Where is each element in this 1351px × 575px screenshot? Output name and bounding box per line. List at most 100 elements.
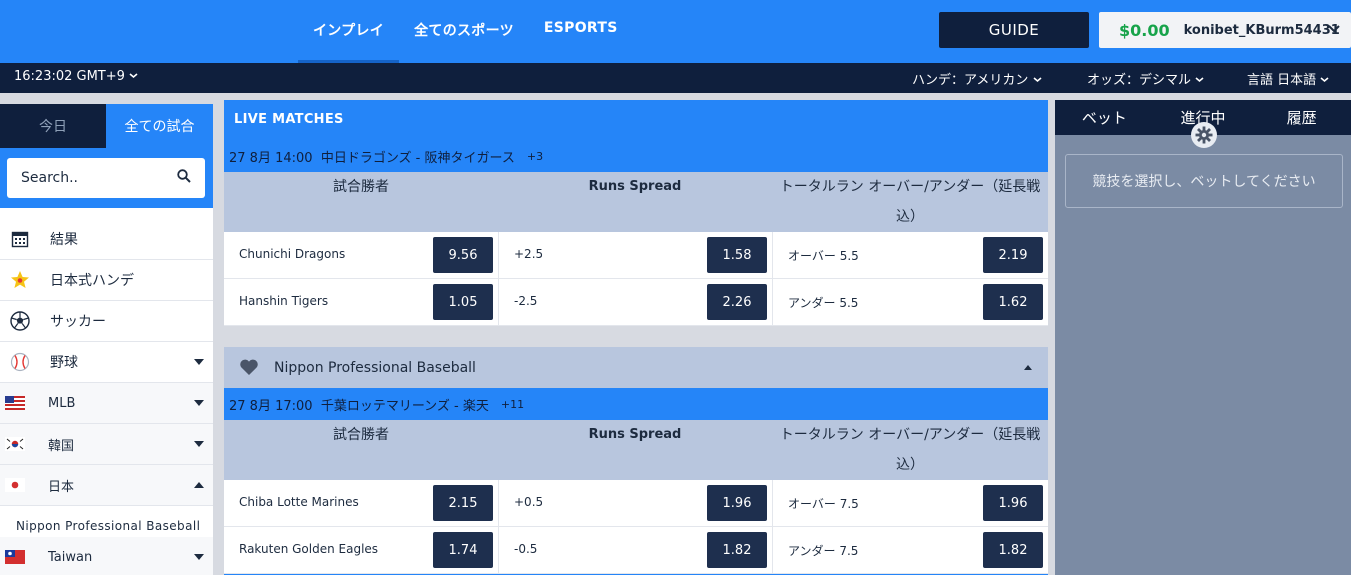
more-markets-count[interactable]: +3 [527,150,543,163]
nav-esports[interactable]: ESPORTS [529,0,633,63]
soccer-ball-icon [10,311,30,331]
chevron-down-icon [129,73,138,79]
tab-all-matches[interactable]: 全ての試合 [106,104,213,148]
live-matches-panel: LIVE MATCHES 27 8月 14:00 中日ドラゴンズ - 阪神タイガ… [224,100,1048,575]
betslip-panel: ベット 進行中 履歴 競技を選択し、ベットしてください [1055,100,1351,575]
tab-history[interactable]: 履歴 [1252,100,1351,135]
odds-button[interactable]: 2.19 [983,237,1043,273]
sidebar-item-label: 結果 [50,232,78,248]
chevron-down-icon [1032,77,1042,83]
table-row: Hanshin Tigers 1.05 -2.5 2.26 アンダー 5.5 1… [224,279,1048,326]
handicap-label: ハンデ： [912,73,965,88]
spread-line: -2.5 [514,294,538,308]
odds-button[interactable]: 1.96 [707,485,767,521]
odds-button[interactable]: 9.56 [433,237,493,273]
balance: $0.00 [1119,20,1170,40]
chevron-up-icon[interactable] [194,482,204,488]
sidebar-item-baseball[interactable]: 野球 [0,342,213,383]
sidebar-item-soccer[interactable]: サッカー [0,301,213,342]
search-input[interactable]: Search.. [7,158,205,198]
tab-bets[interactable]: ベット [1055,100,1154,135]
sidebar-item-label: Taiwan [48,549,93,565]
language-value: 日本語 [1277,73,1317,88]
search-area: Search.. [0,148,213,208]
chevron-down-icon[interactable] [194,441,204,447]
match-header[interactable]: 27 8月 17:00 千葉ロッテマリーンズ - 楽天 +11 [224,388,1048,420]
divider [772,527,773,574]
sidebar-item-korea[interactable]: 韓国 [0,424,213,465]
odds-label: オッズ： [1087,73,1140,88]
match-datetime: 27 8月 17:00 [229,398,313,414]
odds-button[interactable]: 2.15 [433,485,493,521]
chevron-down-icon[interactable] [194,359,204,365]
table-row: Chunichi Dragons 9.56 +2.5 1.58 オーバー 5.5… [224,232,1048,279]
handicap-selector[interactable]: ハンデ：アメリカン [912,69,1042,88]
chevron-down-icon [1195,77,1204,83]
sidebar-item-label: 野球 [50,355,78,371]
chevron-down-icon[interactable] [194,554,204,560]
match-title: 中日ドラゴンズ - 阪神タイガース [320,150,515,166]
sidebar-item-japanese-handicap[interactable]: 日本式ハンデ [0,260,213,301]
market-headers: 試合勝者 Runs Spread トータルラン オーバー/アンダー（延長戦 込） [224,420,1048,480]
taiwan-flag-icon [5,547,25,567]
heart-icon[interactable] [239,358,259,376]
odds-button[interactable]: 1.82 [707,532,767,568]
top-bar: インプレイ 全てのスポーツ ESPORTS GUIDE $0.00 konibe… [0,0,1351,63]
col-spread: Runs Spread [588,179,682,194]
odds-selector[interactable]: オッズ：デシマル [1087,69,1204,88]
nav-all-sports[interactable]: 全てのスポーツ [399,0,529,63]
col-winner: 試合勝者 [333,179,389,195]
divider [772,232,773,279]
account-menu[interactable]: $0.00 konibet_KBurm54431 [1099,12,1351,48]
search-placeholder: Search.. [21,170,78,186]
sidebar: 今日 全ての試合 Search.. 結果 日本式ハンデ サッカー 野球 MLB … [0,104,213,575]
odds-button[interactable]: 1.58 [707,237,767,273]
col-total-line1: トータルラン オーバー/アンダー（延長戦 [779,427,1041,443]
us-flag-icon [5,393,25,413]
col-total: トータルラン オーバー/アンダー（延長戦 込） [772,420,1048,480]
star-icon [10,270,30,290]
col-total-line1: トータルラン オーバー/アンダー（延長戦 [779,179,1041,195]
korea-flag-icon [5,434,25,454]
odds-button[interactable]: 1.74 [433,532,493,568]
total-line: オーバー 7.5 [788,497,859,511]
handicap-value: アメリカン [964,73,1029,88]
divider [772,279,773,326]
collapse-icon[interactable] [1024,365,1032,370]
gear-icon[interactable] [1191,122,1217,148]
language-label: 言語 [1247,73,1274,88]
col-total: トータルラン オーバー/アンダー（延長戦 込） [772,172,1048,232]
top-nav: インプレイ 全てのスポーツ ESPORTS [298,0,633,63]
odds-button[interactable]: 2.26 [707,284,767,320]
odds-button[interactable]: 1.62 [983,284,1043,320]
sidebar-item-results[interactable]: 結果 [0,219,213,260]
search-icon[interactable] [177,169,191,183]
sidebar-item-mlb[interactable]: MLB [0,383,213,424]
league-header[interactable]: Nippon Professional Baseball [224,347,1048,388]
japan-flag-icon [5,475,25,495]
username: konibet_KBurm54431 [1183,22,1340,38]
match-header[interactable]: 27 8月 14:00 中日ドラゴンズ - 阪神タイガース +3 [224,140,1048,172]
odds-button[interactable]: 1.05 [433,284,493,320]
league-name: Nippon Professional Baseball [274,359,476,376]
nav-inplay[interactable]: インプレイ [298,0,400,63]
odds-button[interactable]: 1.82 [983,532,1043,568]
sidebar-item-japan[interactable]: 日本 [0,465,213,506]
calendar-icon [10,229,30,249]
col-total-line2: 込） [896,209,924,225]
divider [498,279,499,326]
chevron-down-icon[interactable] [1327,19,1341,43]
odds-button[interactable]: 1.96 [983,485,1043,521]
team-name: Hanshin Tigers [239,294,329,308]
guide-button[interactable]: GUIDE [939,12,1089,48]
more-markets-count[interactable]: +11 [501,398,524,411]
language-selector[interactable]: 言語 日本語 [1247,69,1329,88]
sidebar-item-taiwan[interactable]: Taiwan [0,537,213,575]
chevron-down-icon[interactable] [194,400,204,406]
divider [498,480,499,527]
col-spread: Runs Spread [588,427,682,442]
tab-today[interactable]: 今日 [0,104,106,148]
clock[interactable]: 16:23:02 GMT+9 [14,69,138,84]
live-matches-header: LIVE MATCHES [224,100,1048,140]
sidebar-item-label: Nippon Professional Baseball [16,519,201,533]
